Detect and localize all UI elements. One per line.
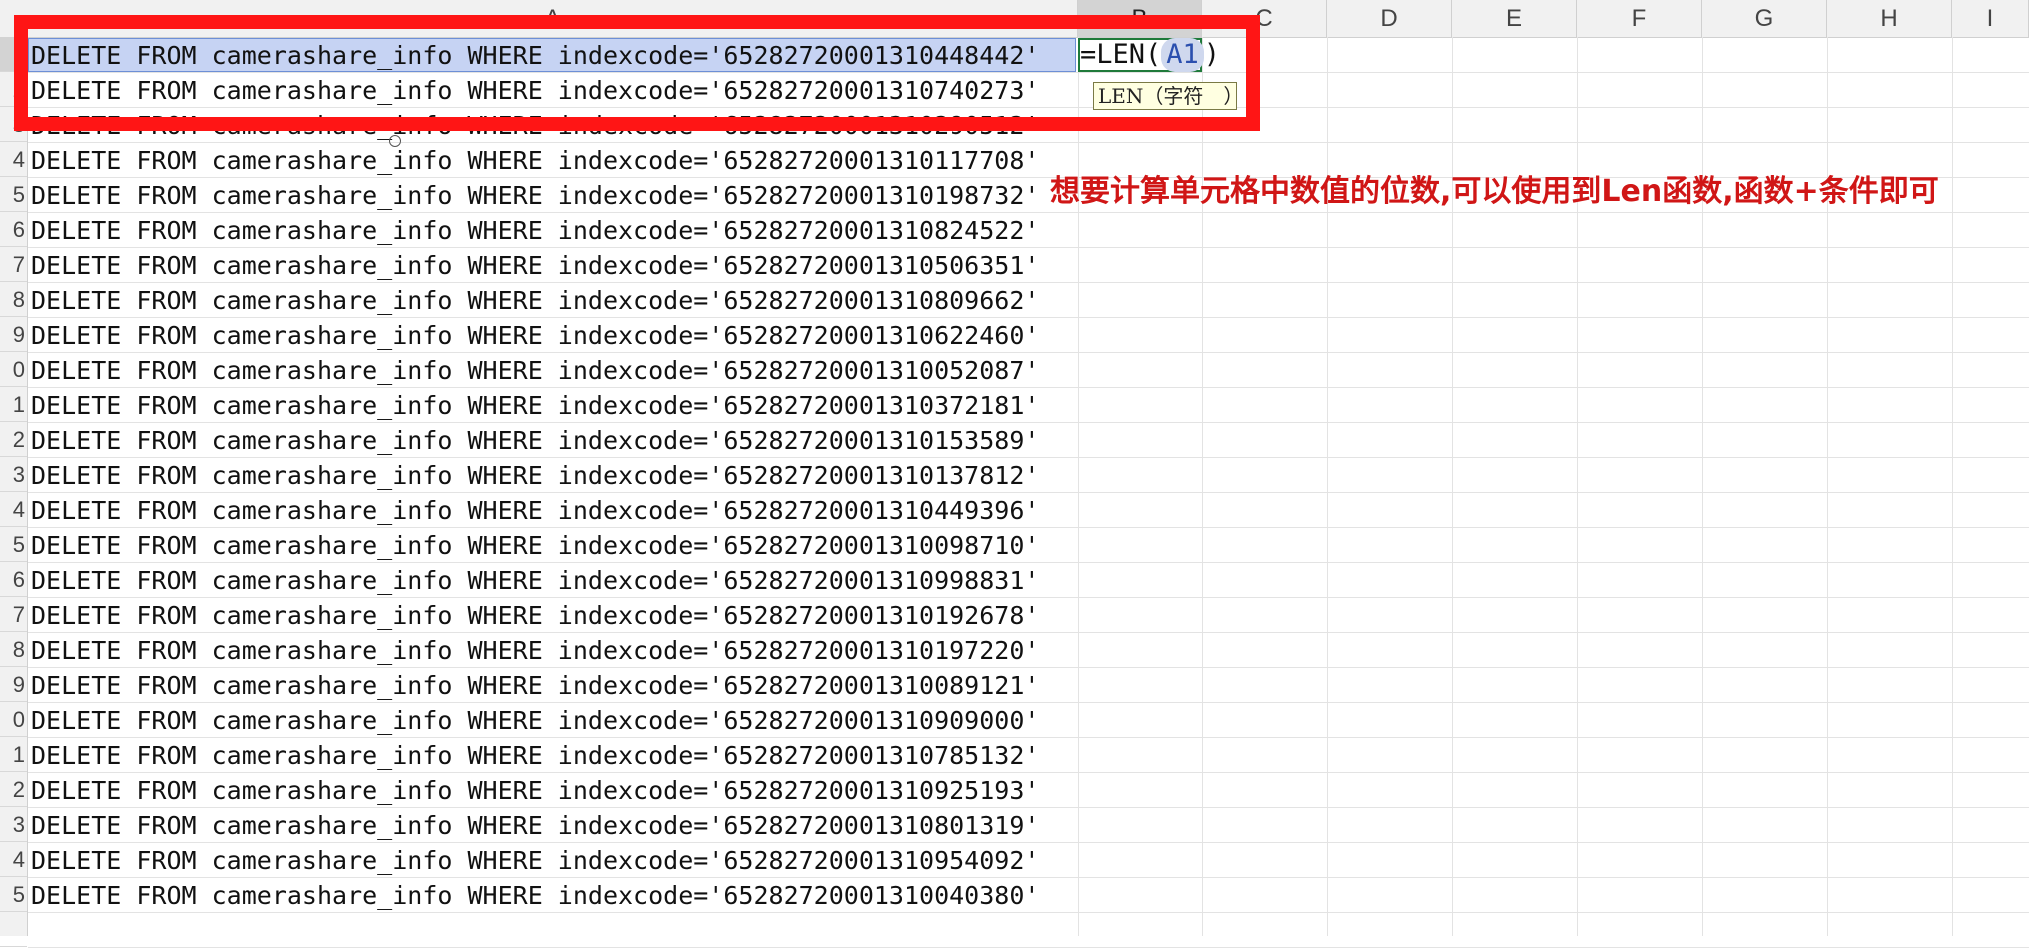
- row-header[interactable]: 8: [0, 282, 27, 317]
- cell-a22[interactable]: DELETE FROM camerashare_info WHERE index…: [31, 773, 1039, 808]
- row-header[interactable]: 8: [0, 632, 27, 667]
- row-header[interactable]: 3: [0, 457, 27, 492]
- cell-a13[interactable]: DELETE FROM camerashare_info WHERE index…: [31, 458, 1039, 493]
- row-header[interactable]: [0, 912, 27, 947]
- cell-a24[interactable]: DELETE FROM camerashare_info WHERE index…: [31, 843, 1039, 878]
- highlight-frame: [14, 15, 1260, 131]
- mouse-cursor-icon: [389, 135, 401, 147]
- cell-a10[interactable]: DELETE FROM camerashare_info WHERE index…: [31, 353, 1039, 388]
- row-header[interactable]: 1: [0, 387, 27, 422]
- row-header[interactable]: 9: [0, 317, 27, 352]
- row-header[interactable]: 5: [0, 877, 27, 912]
- cell-a25[interactable]: DELETE FROM camerashare_info WHERE index…: [31, 878, 1039, 913]
- cell-a14[interactable]: DELETE FROM camerashare_info WHERE index…: [31, 493, 1039, 528]
- cell-a12[interactable]: DELETE FROM camerashare_info WHERE index…: [31, 423, 1039, 458]
- row-header[interactable]: 7: [0, 247, 27, 282]
- cell-a5[interactable]: DELETE FROM camerashare_info WHERE index…: [31, 178, 1039, 213]
- cell-a16[interactable]: DELETE FROM camerashare_info WHERE index…: [31, 563, 1039, 598]
- column-header-d[interactable]: D: [1327, 0, 1452, 37]
- cell-a9[interactable]: DELETE FROM camerashare_info WHERE index…: [31, 318, 1039, 353]
- column-header-g[interactable]: G: [1702, 0, 1827, 37]
- row-header[interactable]: 0: [0, 702, 27, 737]
- cell-a4[interactable]: DELETE FROM camerashare_info WHERE index…: [31, 143, 1039, 178]
- row-header[interactable]: 4: [0, 142, 27, 177]
- cell-a21[interactable]: DELETE FROM camerashare_info WHERE index…: [31, 738, 1039, 773]
- column-header-f[interactable]: F: [1577, 0, 1702, 37]
- row-header-bar: 1234567890123456789012345: [0, 37, 28, 947]
- cell-a18[interactable]: DELETE FROM camerashare_info WHERE index…: [31, 633, 1039, 668]
- row-header[interactable]: 7: [0, 597, 27, 632]
- row-header[interactable]: 5: [0, 527, 27, 562]
- cell-a6[interactable]: DELETE FROM camerashare_info WHERE index…: [31, 213, 1039, 248]
- row-header[interactable]: 6: [0, 562, 27, 597]
- row-header[interactable]: 4: [0, 842, 27, 877]
- row-header[interactable]: 2: [0, 772, 27, 807]
- cell-a17[interactable]: DELETE FROM camerashare_info WHERE index…: [31, 598, 1039, 633]
- row-header[interactable]: 6: [0, 212, 27, 247]
- cell-a23[interactable]: DELETE FROM camerashare_info WHERE index…: [31, 808, 1039, 843]
- row-header[interactable]: 9: [0, 667, 27, 702]
- column-header-i[interactable]: I: [1952, 0, 2029, 37]
- row-header[interactable]: 4: [0, 492, 27, 527]
- row-header[interactable]: 0: [0, 352, 27, 387]
- row-header[interactable]: 3: [0, 807, 27, 842]
- cell-a19[interactable]: DELETE FROM camerashare_info WHERE index…: [31, 668, 1039, 703]
- spreadsheet: ABCDEFGHI 1234567890123456789012345 DELE…: [0, 0, 2029, 948]
- annotation-text: 想要计算单元格中数值的位数,可以使用到Len函数,函数+条件即可: [1050, 174, 1939, 209]
- row-header[interactable]: 1: [0, 737, 27, 772]
- row-header[interactable]: 2: [0, 422, 27, 457]
- column-header-e[interactable]: E: [1452, 0, 1577, 37]
- row-header[interactable]: 5: [0, 177, 27, 212]
- cell-a8[interactable]: DELETE FROM camerashare_info WHERE index…: [31, 283, 1039, 318]
- cell-a20[interactable]: DELETE FROM camerashare_info WHERE index…: [31, 703, 1039, 738]
- cell-a11[interactable]: DELETE FROM camerashare_info WHERE index…: [31, 388, 1039, 423]
- cell-a15[interactable]: DELETE FROM camerashare_info WHERE index…: [31, 528, 1039, 563]
- cell-a7[interactable]: DELETE FROM camerashare_info WHERE index…: [31, 248, 1039, 283]
- grid-column-line: [1952, 37, 1953, 936]
- column-header-h[interactable]: H: [1827, 0, 1952, 37]
